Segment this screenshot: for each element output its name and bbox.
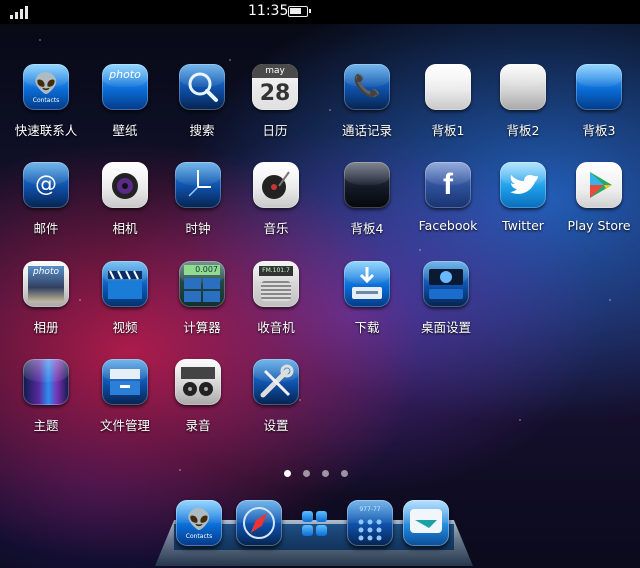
app-label: 音乐 [263, 221, 289, 236]
app-radio[interactable]: FM.101.7 收音机 [231, 261, 321, 351]
app-clock[interactable]: 时钟 [153, 162, 243, 252]
app-settings[interactable]: 设置 [231, 359, 321, 449]
twitter-bird-icon [500, 162, 546, 208]
calendar-icon: may 28 [252, 64, 298, 110]
alien-contacts-icon: 👽 Contacts [23, 64, 69, 110]
app-label: 背板4 [350, 221, 384, 236]
dock-browser-button[interactable] [236, 500, 282, 546]
app-label: Play Store [567, 218, 631, 233]
icon-sublabel: @ [35, 172, 57, 197]
app-play-store[interactable]: Play Store [554, 162, 640, 252]
dock-messages-button[interactable] [403, 500, 449, 546]
app-label: 下载 [354, 320, 380, 335]
app-calendar[interactable]: may 28 日历 [230, 64, 320, 154]
battery-icon [288, 6, 311, 17]
status-time: 11:35 [248, 3, 289, 19]
clock-icon [175, 162, 221, 208]
app-drawer-icon[interactable] [302, 511, 328, 537]
clapperboard-icon [102, 261, 148, 307]
page-dot-2[interactable] [303, 470, 310, 477]
app-desktop-settings[interactable]: 桌面设置 [401, 261, 491, 351]
dock-contacts-button[interactable]: 👽 Contacts [176, 500, 222, 546]
wallpaper-photo-icon: photo [102, 64, 148, 110]
blank-white-tile-icon [425, 64, 471, 110]
signal-icon [10, 5, 32, 19]
radio-icon: FM.101.7 [253, 261, 299, 307]
calculator-icon: 0.007 [179, 261, 225, 307]
app-label: 时钟 [185, 221, 211, 236]
magnifier-icon [179, 64, 225, 110]
calculator-display: 0.007 [184, 265, 220, 275]
page-dot-3[interactable] [322, 470, 329, 477]
page-dot-4[interactable] [341, 470, 348, 477]
download-tray-icon [344, 261, 390, 307]
app-call-log[interactable]: 📞 通话记录 [322, 64, 412, 154]
icon-sublabel: Contacts [32, 97, 60, 104]
app-panel-4[interactable]: 背板4 [322, 162, 412, 252]
compass-browser-icon [243, 507, 275, 539]
app-label: 邮件 [33, 221, 59, 236]
file-manager-icon [102, 359, 148, 405]
icon-sublabel: Contacts [185, 533, 213, 540]
radio-display: FM.101.7 [259, 266, 293, 276]
turntable-icon [253, 162, 299, 208]
app-music[interactable]: 音乐 [231, 162, 321, 252]
app-label: 日历 [262, 123, 288, 138]
app-label: 快速联系人 [14, 123, 78, 138]
theme-aurora-icon [23, 359, 69, 405]
app-quick-contacts[interactable]: 👽 Contacts 快速联系人 [1, 64, 91, 154]
app-label: 相册 [33, 320, 59, 335]
icon-sublabel: f [443, 168, 453, 201]
messages-icon [410, 509, 442, 533]
app-label: 桌面设置 [420, 320, 471, 335]
play-store-triangle-icon [576, 162, 622, 208]
app-panel-3[interactable]: 背板3 [554, 64, 640, 154]
app-download[interactable]: 下载 [322, 261, 412, 351]
wrench-screwdriver-icon [253, 359, 299, 405]
page-indicator [284, 470, 364, 480]
calendar-day: 28 [259, 81, 291, 106]
app-album[interactable]: photo 相册 [1, 261, 91, 351]
page-dot-1[interactable] [284, 470, 291, 477]
icon-sublabel: photo [109, 68, 141, 81]
phone-icon: 📞 [344, 64, 390, 110]
icon-sublabel: photo [33, 267, 59, 277]
blank-black-tile-icon [344, 162, 390, 208]
app-label: 收音机 [257, 320, 295, 335]
mail-at-icon: @ [23, 162, 69, 208]
app-label: 通话记录 [341, 123, 392, 138]
app-label: 背板3 [582, 123, 616, 138]
dock-dialer-button[interactable]: 977-77 [347, 500, 393, 546]
status-bar: 11:35 [0, 0, 640, 24]
app-recorder[interactable]: 录音 [153, 359, 243, 449]
dialer-keypad-icon [358, 519, 382, 541]
photo-album-icon: photo [23, 261, 69, 307]
calendar-month: may [252, 64, 298, 78]
blank-silver-tile-icon [500, 64, 546, 110]
app-mail[interactable]: @ 邮件 [1, 162, 91, 252]
facebook-f-icon: f [425, 162, 471, 208]
blank-blue-tile-icon [576, 64, 622, 110]
app-label: 录音 [185, 418, 211, 433]
app-label: 设置 [263, 418, 289, 433]
tape-recorder-icon [175, 359, 221, 405]
desktop-settings-icon [423, 261, 469, 307]
camera-lens-icon [102, 162, 148, 208]
